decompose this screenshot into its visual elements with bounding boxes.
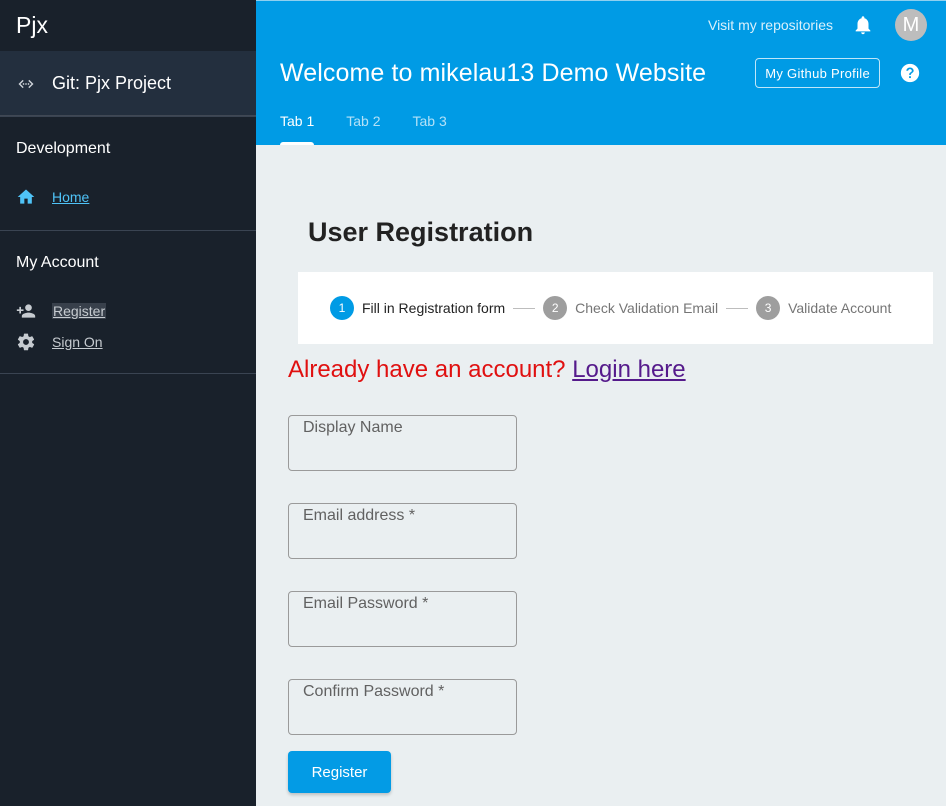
register-button[interactable]: Register (288, 751, 391, 793)
step-connector (513, 307, 536, 309)
step-number: 3 (756, 296, 781, 320)
sidebar-item-label: Home (52, 189, 90, 205)
field-label: Email address * (303, 507, 416, 524)
step-validate-account: 3 Validate Account (756, 296, 891, 320)
login-link[interactable]: Login here (572, 356, 685, 383)
sidebar: Pjx Git: Pjx Project Development Home My… (0, 0, 256, 806)
avatar[interactable]: M (895, 9, 927, 41)
field-label: Display Name (303, 419, 403, 436)
step-label: Validate Account (788, 300, 892, 316)
step-fill-form: 1 Fill in Registration form (330, 296, 505, 320)
step-label: Check Validation Email (575, 300, 719, 316)
section-title: My Account (16, 254, 99, 271)
sidebar-section-my-account: My Account Register Sign On (0, 231, 256, 374)
password-field[interactable]: Email Password * (288, 591, 517, 647)
sidebar-item-label: Sign On (52, 333, 103, 350)
field-label: Confirm Password * (303, 683, 445, 700)
person-add-icon (16, 301, 36, 321)
sidebar-item-register[interactable]: Register (0, 295, 256, 326)
field-label: Email Password * (303, 595, 429, 612)
sidebar-section-development: Development Home (0, 117, 256, 231)
email-field[interactable]: Email address * (288, 503, 517, 559)
gear-icon (16, 332, 36, 352)
project-header[interactable]: Git: Pjx Project (0, 51, 256, 117)
project-label: Git: Pjx Project (52, 73, 172, 93)
section-title: Development (16, 139, 111, 157)
code-icon (16, 74, 36, 94)
header-toprow: Visit my repositories M (256, 1, 946, 49)
help-icon[interactable] (898, 61, 922, 85)
sidebar-item-home[interactable]: Home (0, 180, 256, 214)
registration-heading: User Registration (308, 217, 534, 247)
tab-2[interactable]: Tab 2 (346, 97, 380, 145)
page-title: Welcome to mikelau13 Demo Website (280, 58, 707, 87)
step-number: 2 (543, 296, 568, 320)
sidebar-item-label: Register (52, 302, 107, 319)
bell-icon[interactable] (851, 13, 875, 37)
tab-1[interactable]: Tab 1 (280, 97, 315, 145)
step-number: 1 (330, 296, 354, 320)
tab-3[interactable]: Tab 3 (413, 97, 447, 145)
confirm-password-field[interactable]: Confirm Password * (288, 679, 517, 735)
main-content: User Registration 1 Fill in Registration… (256, 145, 946, 806)
github-profile-button[interactable]: My Github Profile (755, 58, 880, 88)
header-titlerow: Welcome to mikelau13 Demo Website My Git… (256, 49, 946, 97)
display-name-field[interactable]: Display Name (288, 415, 517, 471)
registration-stepper: 1 Fill in Registration form 2 Check Vali… (298, 272, 933, 344)
step-label: Fill in Registration form (362, 300, 506, 316)
brand-title: Pjx (16, 12, 48, 38)
header-tabs: Tab 1 Tab 2 Tab 3 (256, 97, 479, 145)
step-check-email: 2 Check Validation Email (543, 296, 718, 320)
already-text: Already have an account? (288, 356, 566, 383)
visit-repositories-link[interactable]: Visit my repositories (708, 17, 833, 33)
home-icon (16, 187, 36, 207)
app-header: Visit my repositories M Welcome to mikel… (256, 0, 946, 145)
step-connector (726, 307, 749, 309)
already-have-account: Already have an account? Login here (288, 356, 686, 384)
sidebar-item-sign-on[interactable]: Sign On (0, 326, 256, 357)
